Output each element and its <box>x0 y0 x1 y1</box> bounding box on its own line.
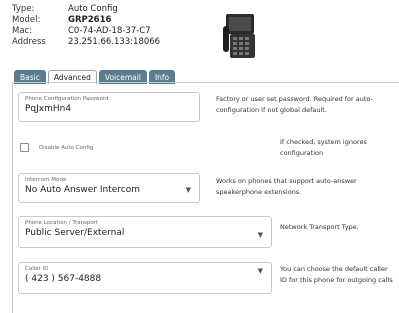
password-value[interactable]: PqJxmHn4 <box>25 104 71 114</box>
disable-auto-config-help: If checked, system ignores configuration <box>280 138 367 157</box>
caller-id-select[interactable]: Caller ID ( 423 ) 567-4888 ▼ <box>18 262 272 294</box>
model-value: GRP2616 <box>68 15 112 25</box>
caller-id-help: You can choose the default caller ID for… <box>280 265 393 284</box>
type-label: Type: <box>12 4 35 14</box>
password-help: Factory or user set password. Required f… <box>216 95 373 114</box>
location-transport-label: Phone Location / Transport <box>25 220 99 226</box>
location-transport-select[interactable]: Phone Location / Transport Public Server… <box>18 216 272 248</box>
password-field[interactable]: Phone Configuration Password PqJxmHn4 <box>18 92 200 122</box>
chevron-down-icon: ▼ <box>257 267 263 275</box>
intercom-mode-select[interactable]: Intercom Mode No Auto Answer Intercom ▼ <box>18 173 200 203</box>
intercom-mode-value: No Auto Answer Intercom <box>25 185 141 195</box>
disable-auto-config-row[interactable]: Disable Auto Config <box>20 143 93 152</box>
address-value: 23.251.66.133:18066 <box>68 37 161 47</box>
disable-auto-config-label: Disable Auto Config <box>39 144 94 151</box>
desk-phone-icon <box>223 14 255 58</box>
mac-row: Mac: C0-74-AD-18-37-C7 <box>12 26 160 37</box>
address-label: Address <box>12 37 46 47</box>
intercom-mode-label: Intercom Mode <box>25 177 67 183</box>
address-row: Address 23.251.66.133:18066 <box>12 37 160 48</box>
chevron-down-icon: ▼ <box>257 231 263 239</box>
password-label: Phone Configuration Password <box>25 96 109 102</box>
model-label: Model: <box>12 15 41 25</box>
intercom-mode-help: Works on phones that support auto-answer… <box>216 177 357 196</box>
location-transport-value: Public Server/External <box>25 228 125 238</box>
caller-id-value: ( 423 ) 567-4888 <box>25 274 102 284</box>
mac-value: C0-74-AD-18-37-C7 <box>68 26 151 36</box>
device-info: Type: Auto Config Model: GRP2616 Mac: C0… <box>12 4 160 48</box>
mac-label: Mac: <box>12 26 33 36</box>
type-row: Type: Auto Config <box>12 4 160 15</box>
location-transport-help: Network Transport Type. <box>280 223 359 231</box>
model-row: Model: GRP2616 <box>12 15 160 26</box>
chevron-down-icon: ▼ <box>185 186 191 194</box>
disable-auto-config-checkbox[interactable] <box>20 143 29 152</box>
caller-id-label: Caller ID <box>25 266 49 272</box>
type-value: Auto Config <box>68 4 118 14</box>
